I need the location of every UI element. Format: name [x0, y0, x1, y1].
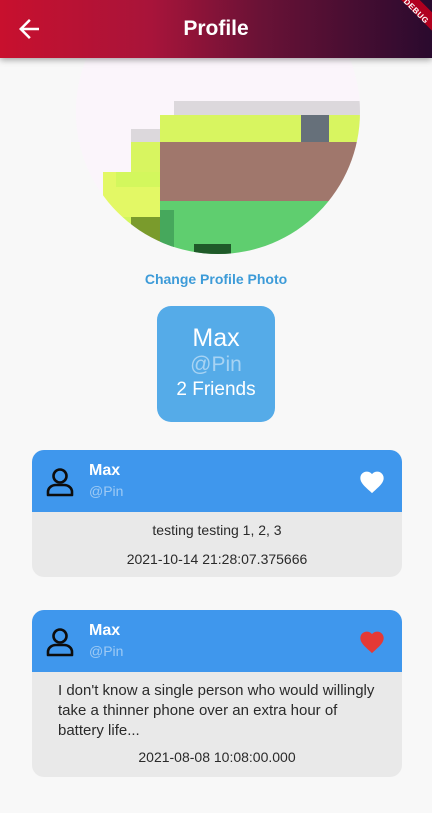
post-header: Max @Pin — [32, 610, 402, 672]
heart-icon[interactable] — [358, 468, 386, 494]
post-author-name: Max — [89, 462, 121, 479]
profile-handle: @Pin — [190, 353, 242, 376]
page-title: Profile — [183, 17, 249, 40]
heart-shape — [360, 471, 384, 494]
friends-count[interactable]: 2 Friends — [157, 378, 275, 402]
heart-icon[interactable] — [358, 628, 386, 654]
post-card[interactable]: Max @Pin testing testing 1, 2, 3 2021-10… — [32, 450, 402, 577]
post-author-handle: @Pin — [89, 643, 124, 659]
debug-banner: DEBUG — [374, 0, 432, 45]
post-header: Max @Pin — [32, 450, 402, 512]
profile-info-card: Max @Pin 2 Friends — [157, 306, 275, 422]
user-icon — [46, 468, 74, 497]
post-body: I don't know a single person who would w… — [32, 681, 402, 767]
post-author-name: Max — [89, 622, 121, 639]
change-profile-photo-link[interactable]: Change Profile Photo — [0, 271, 432, 287]
post-author-handle: @Pin — [89, 483, 124, 499]
post-body: testing testing 1, 2, 3 2021-10-14 21:28… — [32, 520, 402, 569]
post-card[interactable]: Max @Pin I don't know a single person wh… — [32, 610, 402, 777]
app-bar: Profile DEBUG — [0, 0, 432, 58]
profile-name: Max — [192, 324, 240, 352]
post-timestamp: 2021-10-14 21:28:07.375666 — [126, 551, 308, 567]
post-text: I don't know a single person who would w… — [58, 682, 375, 739]
user-icon — [46, 628, 74, 657]
post-text: testing testing 1, 2, 3 — [152, 522, 282, 538]
post-timestamp: 2021-08-08 10:08:00.000 — [138, 749, 296, 765]
